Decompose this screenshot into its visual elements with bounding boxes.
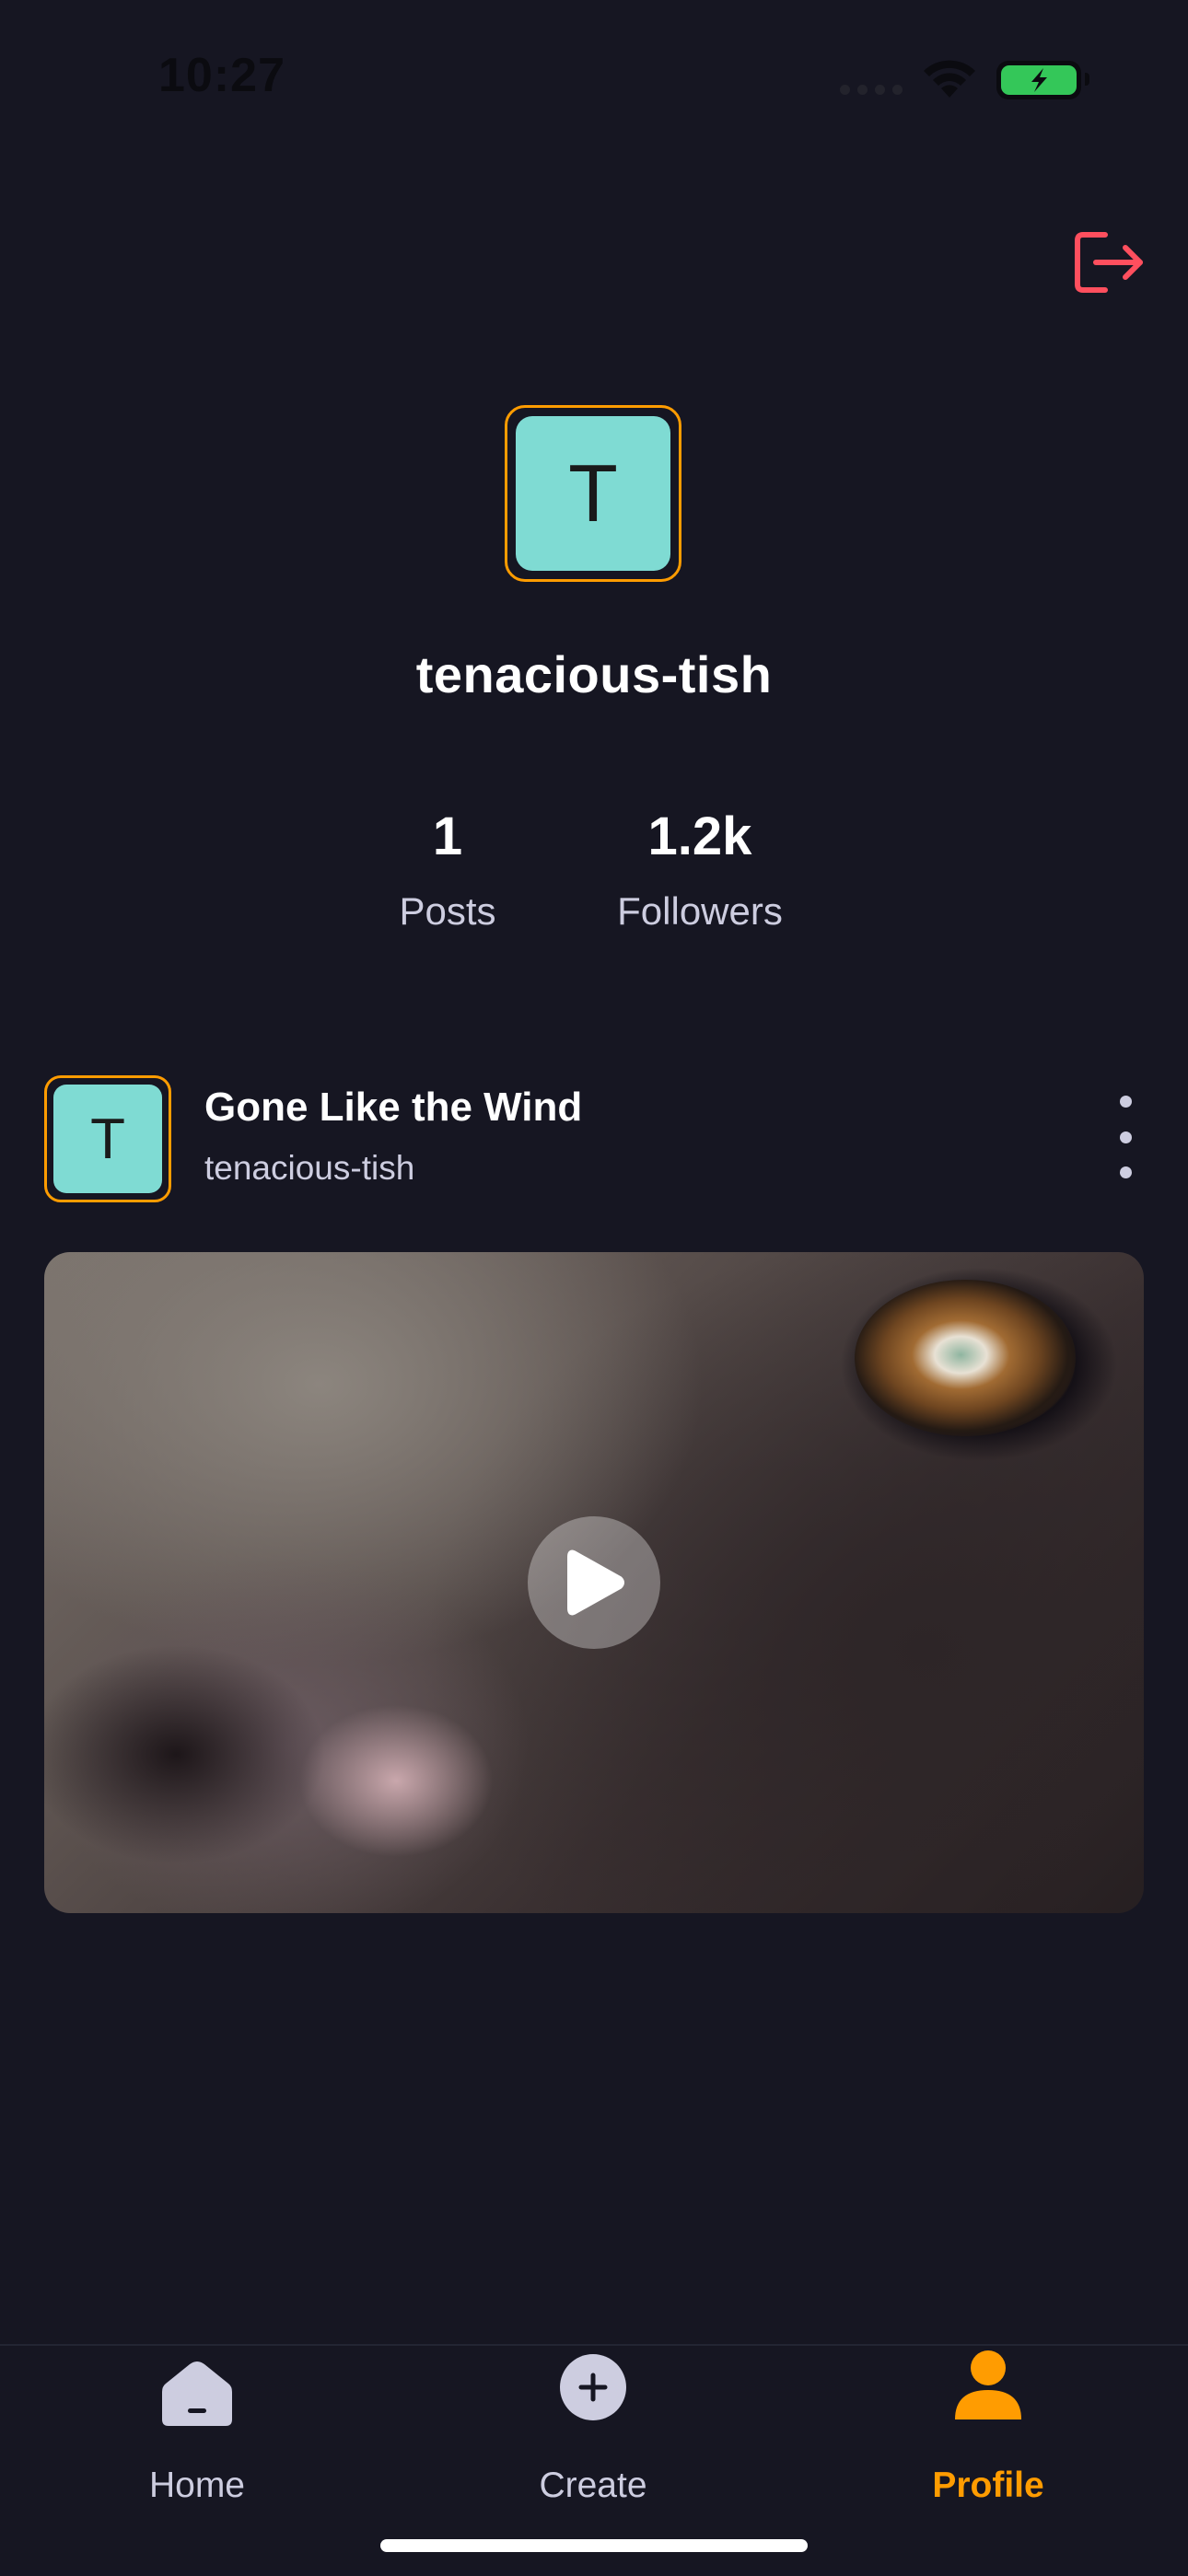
- status-bar: 10:27: [0, 0, 1188, 157]
- tab-create-label: Create: [539, 2466, 647, 2505]
- tab-profile-label: Profile: [932, 2466, 1044, 2505]
- stat-followers-value: 1.2k: [647, 806, 752, 866]
- stat-followers: 1.2k Followers: [580, 810, 820, 934]
- post-author-avatar[interactable]: T: [44, 1075, 171, 1202]
- stat-posts-label: Posts: [399, 889, 496, 933]
- more-vertical-icon: [1119, 1096, 1132, 1108]
- plus-icon: [560, 2354, 626, 2420]
- profile-icon: [955, 2350, 1021, 2419]
- wifi-icon: [924, 60, 975, 98]
- tab-home-label: Home: [148, 2466, 246, 2505]
- post-author-avatar-letter: T: [53, 1085, 162, 1193]
- post-video-thumbnail[interactable]: [44, 1252, 1144, 1913]
- tab-profile[interactable]: Profile: [850, 2346, 1126, 2512]
- post-header: T Gone Like the Wind tenacious-tish: [44, 1075, 1144, 1202]
- logout-button[interactable]: [1068, 226, 1147, 299]
- profile-avatar-letter: T: [516, 416, 670, 571]
- post-menu-button[interactable]: [1107, 1096, 1144, 1178]
- tab-create[interactable]: Create: [455, 2346, 731, 2512]
- play-icon: [567, 1549, 624, 1616]
- logout-icon: [1075, 232, 1143, 293]
- status-time: 10:27: [158, 49, 285, 102]
- post-title: Gone Like the Wind: [204, 1085, 583, 1130]
- home-indicator: [380, 2539, 808, 2552]
- stat-posts: 1 Posts: [355, 810, 540, 934]
- tab-home[interactable]: Home: [59, 2346, 335, 2512]
- battery-icon: [996, 61, 1089, 99]
- profile-username: tenacious-tish: [415, 645, 773, 703]
- stat-posts-value: 1: [432, 806, 463, 866]
- cellular-signal-icon: [840, 85, 903, 95]
- post-author: tenacious-tish: [204, 1149, 415, 1187]
- profile-avatar: T: [505, 405, 681, 582]
- stat-followers-label: Followers: [617, 889, 783, 933]
- home-icon: [162, 2361, 232, 2426]
- video-thumbnail-detail: [855, 1280, 1076, 1436]
- play-button[interactable]: [528, 1516, 660, 1649]
